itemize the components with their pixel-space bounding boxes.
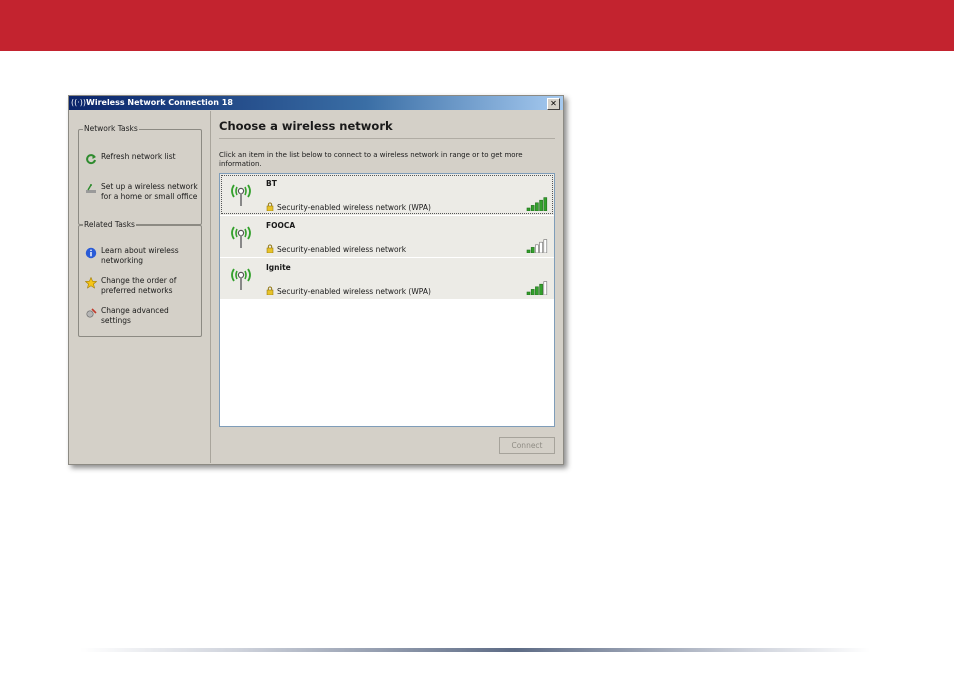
signal-strength-icon xyxy=(526,197,548,211)
learn-about-wireless-label: Learn about wireless networking xyxy=(101,246,179,265)
refresh-network-list-label: Refresh network list xyxy=(101,152,176,161)
change-advanced-settings-label: Change advanced settings xyxy=(101,306,169,325)
signal-bar xyxy=(526,249,531,253)
learn-about-wireless-link[interactable]: Learn about wireless networking xyxy=(85,246,201,268)
antenna-icon xyxy=(229,181,253,207)
setup-network-icon xyxy=(85,183,97,195)
signal-bar xyxy=(535,286,539,295)
network-item-ignite[interactable]: Ignite Security-enabled wireless network… xyxy=(220,258,554,299)
signal-bar xyxy=(530,289,535,295)
title-divider xyxy=(219,138,555,139)
settings-icon xyxy=(85,307,97,319)
network-list[interactable]: BT Security-enabled wireless network (WP… xyxy=(219,173,555,427)
signal-bar xyxy=(526,291,531,295)
signal-bar xyxy=(530,247,535,253)
title-bar: ((·)) Wireless Network Connection 18 ✕ xyxy=(69,96,563,110)
page-title: Choose a wireless network xyxy=(219,119,393,133)
network-item-fooca[interactable]: FOOCA Security-enabled wireless network xyxy=(220,216,554,257)
change-order-link[interactable]: Change the order of preferred networks xyxy=(84,276,201,298)
network-tasks-title: Network Tasks xyxy=(83,124,139,133)
network-item-bt[interactable]: BT Security-enabled wireless network (WP… xyxy=(220,174,554,215)
connect-button[interactable]: Connect xyxy=(499,437,555,454)
star-icon xyxy=(84,276,98,289)
signal-strength-icon xyxy=(526,239,548,253)
signal-strength-icon xyxy=(526,281,548,295)
antenna-icon xyxy=(229,265,253,291)
network-security: Security-enabled wireless network (WPA) xyxy=(277,287,431,296)
lock-icon xyxy=(266,202,274,212)
network-tasks-group: Network Tasks Refresh network list Set u… xyxy=(78,124,202,225)
signal-bar xyxy=(530,205,535,211)
network-name: Ignite xyxy=(266,263,291,272)
window-title: Wireless Network Connection 18 xyxy=(86,98,233,107)
signal-bar xyxy=(543,197,548,211)
change-order-label: Change the order of preferred networks xyxy=(101,276,177,295)
network-security: Security-enabled wireless network (WPA) xyxy=(277,203,431,212)
signal-bar xyxy=(539,283,543,295)
change-advanced-settings-link[interactable]: Change advanced settings xyxy=(85,306,201,328)
setup-wireless-network-label: Set up a wireless network for a home or … xyxy=(101,182,198,201)
instruction-text: Click an item in the list below to conne… xyxy=(219,151,523,168)
related-tasks-group: Related Tasks Learn about wireless netwo… xyxy=(78,220,202,337)
signal-bar xyxy=(539,199,543,211)
info-icon xyxy=(85,247,97,259)
signal-bar xyxy=(535,244,539,253)
network-name: FOOCA xyxy=(266,221,296,230)
antenna-icon xyxy=(229,223,253,249)
wireless-network-window: ((·)) Wireless Network Connection 18 ✕ N… xyxy=(68,95,564,465)
footer-divider xyxy=(80,648,870,652)
signal-bar xyxy=(543,281,548,295)
refresh-icon xyxy=(85,153,97,165)
related-tasks-title: Related Tasks xyxy=(83,220,136,229)
task-pane: Network Tasks Refresh network list Set u… xyxy=(70,111,211,463)
close-button[interactable]: ✕ xyxy=(547,98,560,110)
signal-bar xyxy=(526,207,531,211)
signal-bar xyxy=(543,239,548,253)
refresh-network-list-link[interactable]: Refresh network list xyxy=(85,152,201,165)
signal-bar xyxy=(535,202,539,211)
wireless-icon: ((·)) xyxy=(71,98,87,107)
signal-bar xyxy=(539,241,543,253)
network-name: BT xyxy=(266,179,277,188)
setup-wireless-network-link[interactable]: Set up a wireless network for a home or … xyxy=(85,182,201,204)
lock-icon xyxy=(266,286,274,296)
network-security: Security-enabled wireless network xyxy=(277,245,407,254)
lock-icon xyxy=(266,244,274,254)
header-bar xyxy=(0,0,954,51)
